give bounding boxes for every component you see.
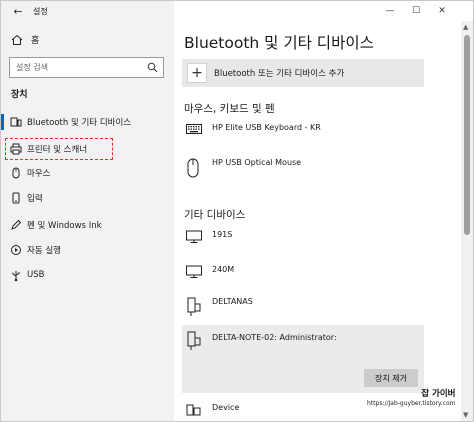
maximize-button[interactable]: ☐ [403, 1, 429, 21]
group-title-other-devices: 기타 디바이스 [184, 209, 246, 221]
vertical-scrollbar[interactable]: ▲ ▼ [461, 21, 473, 421]
page-title: Bluetooth 및 기타 디바이스 [184, 34, 374, 52]
section-title: 장치 [11, 90, 28, 100]
device-item[interactable]: HP USB Optical Mouse [182, 156, 432, 182]
home-icon [11, 34, 23, 46]
monitor-icon [186, 230, 202, 247]
network-device-icon [186, 331, 202, 354]
usb-icon [10, 270, 22, 282]
window-title: 설정 [33, 7, 48, 16]
remove-device-button[interactable]: 장치 제거 [364, 369, 418, 387]
sidebar-item-label: 자동 실행 [27, 246, 61, 256]
sidebar: ← 설정 홈 장치 Bluetooth 및 기타 디바이스 [1, 1, 174, 421]
sidebar-item-label: 펜 및 Windows Ink [27, 221, 102, 231]
mouse-icon [10, 167, 22, 179]
device-item[interactable]: HP Elite USB Keyboard - KR [182, 121, 432, 147]
sidebar-item-label: Bluetooth 및 기타 디바이스 [27, 118, 132, 128]
device-name: Device [212, 403, 240, 412]
autoplay-icon [10, 244, 22, 256]
device-item[interactable]: DELTANAS [182, 295, 432, 321]
plus-icon: + [187, 63, 207, 83]
add-device-label: Bluetooth 또는 기타 디바이스 추가 [214, 69, 345, 79]
bluetooth-device-icon [10, 116, 22, 128]
sidebar-item-pen[interactable]: 펜 및 Windows Ink [1, 214, 174, 236]
settings-window: ← 설정 홈 장치 Bluetooth 및 기타 디바이스 [0, 0, 474, 422]
network-device-icon [186, 297, 202, 320]
main-content: — ☐ ✕ Bluetooth 및 기타 디바이스 + Bluetooth 또는… [174, 1, 461, 421]
scroll-down-icon[interactable]: ▼ [463, 411, 468, 419]
scroll-up-icon[interactable]: ▲ [463, 23, 468, 31]
sidebar-item-input[interactable]: 입력 [1, 187, 174, 209]
mouse-icon [186, 158, 200, 181]
sidebar-item-mouse[interactable]: 마우스 [1, 162, 174, 184]
sidebar-item-bluetooth[interactable]: Bluetooth 및 기타 디바이스 [1, 111, 174, 133]
watermark-url: https://Jab-guyber.tistory.com [367, 400, 456, 407]
close-button[interactable]: ✕ [429, 1, 455, 21]
window-controls: — ☐ ✕ [377, 1, 455, 21]
device-item-selected[interactable]: DELTA-NOTE-02: Administrator: 장치 제거 [182, 325, 424, 393]
search-icon[interactable] [147, 62, 158, 76]
device-name: 191S [212, 230, 233, 239]
minimize-button[interactable]: — [377, 1, 403, 21]
sidebar-item-label: 입력 [27, 194, 43, 204]
keyboard-icon [186, 123, 202, 138]
sidebar-item-label: 마우스 [27, 169, 51, 179]
search-box[interactable] [9, 57, 164, 78]
sidebar-item-autoplay[interactable]: 자동 실행 [1, 239, 174, 261]
add-device-button[interactable]: + Bluetooth 또는 기타 디바이스 추가 [182, 59, 424, 87]
device-item[interactable]: 191S [182, 228, 432, 254]
device-name: 240M [212, 265, 235, 274]
annotation-highlight-box [5, 138, 113, 160]
sidebar-item-usb[interactable]: USB [1, 265, 174, 287]
title-bar: ← 설정 [1, 1, 174, 23]
search-input[interactable] [10, 58, 140, 77]
pen-icon [10, 219, 22, 231]
sidebar-item-label: USB [27, 270, 45, 280]
watermark: 잡 가이버 https://Jab-guyber.tistory.com [367, 387, 455, 407]
scrollbar-thumb[interactable] [464, 35, 470, 235]
group-title-input-devices: 마우스, 키보드 및 펜 [184, 103, 275, 115]
device-name: DELTANAS [212, 297, 253, 306]
monitor-icon [186, 265, 202, 282]
home-label: 홈 [31, 36, 40, 46]
keyboard-icon [10, 192, 22, 204]
home-link[interactable]: 홈 [11, 33, 39, 46]
device-name: HP USB Optical Mouse [212, 158, 302, 167]
device-name: DELTA-NOTE-02: Administrator: [212, 333, 337, 342]
generic-device-icon [186, 403, 202, 420]
device-name: HP Elite USB Keyboard - KR [212, 123, 321, 132]
watermark-title: 잡 가이버 [421, 389, 456, 399]
back-arrow-icon[interactable]: ← [11, 5, 25, 19]
device-item[interactable]: 240M [182, 263, 432, 289]
